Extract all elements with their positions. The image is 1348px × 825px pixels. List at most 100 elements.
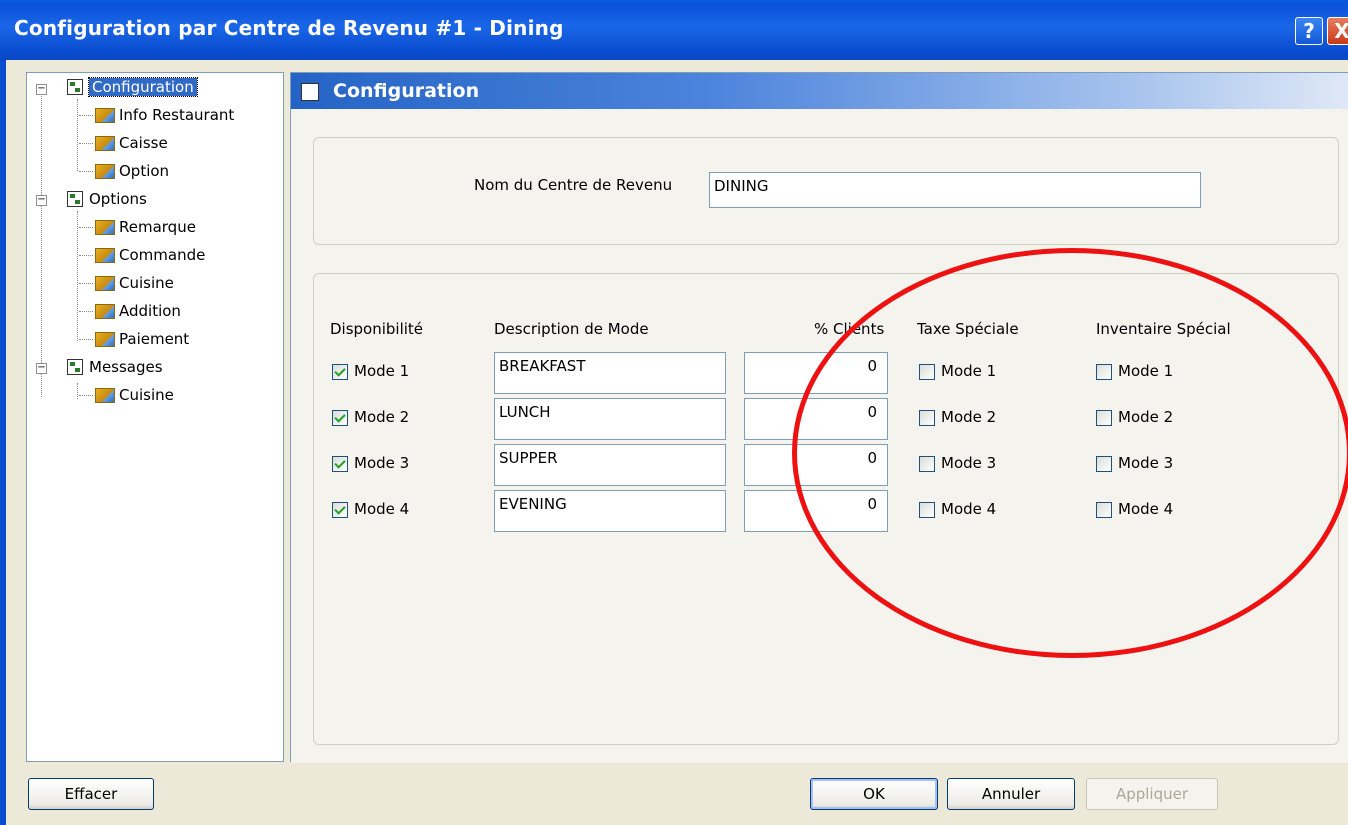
revenue-center-name-input[interactable]: DINING <box>709 172 1201 208</box>
special-inventory-checkbox-mode-1[interactable] <box>1096 364 1112 380</box>
tree-item-label: Paiement <box>119 330 190 348</box>
apply-button[interactable]: Appliquer <box>1086 778 1218 810</box>
tree-line <box>79 339 93 340</box>
special-tax-header: Taxe Spéciale <box>917 320 1019 338</box>
special-inventory-header: Inventaire Spécial <box>1096 320 1231 338</box>
tree-item-commande[interactable]: Commande <box>95 243 205 267</box>
tree-line <box>79 395 93 396</box>
mode-3-clients-input[interactable]: 0 <box>744 444 888 486</box>
special-tax-mode-1-label: Mode 1 <box>941 362 997 380</box>
tree-item-label: Info Restaurant <box>119 106 235 124</box>
tree-item-caisse[interactable]: Caisse <box>95 131 168 155</box>
clients-percent-header: % Clients <box>814 320 885 338</box>
tree-item-addition[interactable]: Addition <box>95 299 181 323</box>
tree-item-cuisine[interactable]: Cuisine <box>95 271 174 295</box>
dialog-window: Configuration par Centre de Revenu #1 - … <box>0 0 1348 825</box>
clear-button[interactable]: Effacer <box>28 778 154 810</box>
title-bar[interactable]: Configuration par Centre de Revenu #1 - … <box>0 0 1348 60</box>
cancel-button[interactable]: Annuler <box>947 778 1075 810</box>
mode-3-description-input[interactable]: SUPPER <box>494 444 726 486</box>
configuration-panel: Configuration Nom du Centre de Revenu DI… <box>290 72 1348 763</box>
tree-item-messages[interactable]: Messages <box>67 355 163 379</box>
special-inventory-mode-3-label: Mode 3 <box>1118 454 1174 472</box>
navigation-tree[interactable]: − Configuration Info Restaurant Caisse O… <box>26 72 284 762</box>
tree-item-label: Messages <box>89 358 163 376</box>
tree-item-configuration[interactable]: Configuration <box>67 75 198 99</box>
collapse-toggle-options[interactable]: − <box>36 195 47 206</box>
settings-gear-icon <box>95 248 115 263</box>
settings-gear-icon <box>95 276 115 291</box>
special-inventory-mode-1-label: Mode 1 <box>1118 362 1174 380</box>
availability-checkbox-mode-1[interactable] <box>332 364 348 380</box>
tree-line <box>79 115 93 116</box>
tree-item-messages-cuisine[interactable]: Cuisine <box>95 383 174 407</box>
settings-gear-icon <box>95 220 115 235</box>
tree-item-label: Caisse <box>119 134 168 152</box>
tree-item-label: Commande <box>119 246 206 264</box>
special-tax-checkbox-mode-1[interactable] <box>919 364 935 380</box>
tree-item-label: Options <box>89 190 147 208</box>
availability-mode-1-label: Mode 1 <box>354 362 410 380</box>
window-title: Configuration par Centre de Revenu #1 - … <box>14 16 564 40</box>
mode-1-description-input[interactable]: BREAKFAST <box>494 352 726 394</box>
settings-gear-icon <box>95 388 115 403</box>
mode-2-description-input[interactable]: LUNCH <box>494 398 726 440</box>
special-inventory-checkbox-mode-2[interactable] <box>1096 410 1112 426</box>
tree-item-label: Cuisine <box>119 274 174 292</box>
tree-item-label: Addition <box>119 302 181 320</box>
tree-line <box>79 227 93 228</box>
availability-checkbox-mode-3[interactable] <box>332 456 348 472</box>
settings-gear-icon <box>95 164 115 179</box>
availability-header: Disponibilité <box>330 320 424 338</box>
tree-folder-icon <box>67 79 83 95</box>
revenue-center-name-label: Nom du Centre de Revenu <box>474 176 673 194</box>
help-button[interactable]: ? <box>1295 17 1323 45</box>
tree-item-option[interactable]: Option <box>95 159 169 183</box>
special-tax-checkbox-mode-4[interactable] <box>919 502 935 518</box>
tree-item-info-restaurant[interactable]: Info Restaurant <box>95 103 234 127</box>
tree-line <box>77 211 78 341</box>
tree-line <box>77 383 78 399</box>
special-inventory-mode-4-label: Mode 4 <box>1118 500 1174 518</box>
special-tax-checkbox-mode-2[interactable] <box>919 410 935 426</box>
availability-mode-2-label: Mode 2 <box>354 408 410 426</box>
collapse-toggle-messages[interactable]: − <box>36 363 47 374</box>
tree-line <box>79 171 93 172</box>
settings-gear-icon <box>95 304 115 319</box>
availability-mode-4-label: Mode 4 <box>354 500 410 518</box>
mode-1-clients-input[interactable]: 0 <box>744 352 888 394</box>
mode-4-description-input[interactable]: EVENING <box>494 490 726 532</box>
tree-item-remarque[interactable]: Remarque <box>95 215 196 239</box>
mode-2-clients-input[interactable]: 0 <box>744 398 888 440</box>
availability-checkbox-mode-2[interactable] <box>332 410 348 426</box>
tree-line <box>77 99 78 171</box>
tree-line <box>79 143 93 144</box>
special-tax-mode-2-label: Mode 2 <box>941 408 997 426</box>
tree-line <box>41 85 42 397</box>
modes-groupbox: Disponibilité Description de Mode % Clie… <box>313 273 1339 745</box>
availability-checkbox-mode-4[interactable] <box>332 502 348 518</box>
window-left-border <box>0 60 6 825</box>
special-tax-checkbox-mode-3[interactable] <box>919 456 935 472</box>
tree-item-label: Remarque <box>119 218 196 236</box>
special-tax-mode-4-label: Mode 4 <box>941 500 997 518</box>
panel-header: Configuration <box>291 73 1348 109</box>
tree-item-label: Option <box>119 162 170 180</box>
panel-title: Configuration <box>333 80 480 102</box>
special-inventory-checkbox-mode-4[interactable] <box>1096 502 1112 518</box>
ok-button[interactable]: OK <box>810 778 938 810</box>
mode-description-header: Description de Mode <box>494 320 649 338</box>
tree-item-paiement[interactable]: Paiement <box>95 327 189 351</box>
special-inventory-checkbox-mode-3[interactable] <box>1096 456 1112 472</box>
tree-folder-icon <box>67 359 83 375</box>
tree-line <box>79 311 93 312</box>
availability-mode-3-label: Mode 3 <box>354 454 410 472</box>
settings-gear-icon <box>95 332 115 347</box>
close-button[interactable]: X <box>1327 17 1348 45</box>
configuration-folder-icon <box>301 83 319 101</box>
mode-4-clients-input[interactable]: 0 <box>744 490 888 532</box>
tree-item-options[interactable]: Options <box>67 187 147 211</box>
collapse-toggle-configuration[interactable]: − <box>36 84 47 95</box>
tree-item-label: Configuration <box>88 77 198 97</box>
panel-body: Nom du Centre de Revenu DINING Disponibi… <box>291 109 1348 763</box>
